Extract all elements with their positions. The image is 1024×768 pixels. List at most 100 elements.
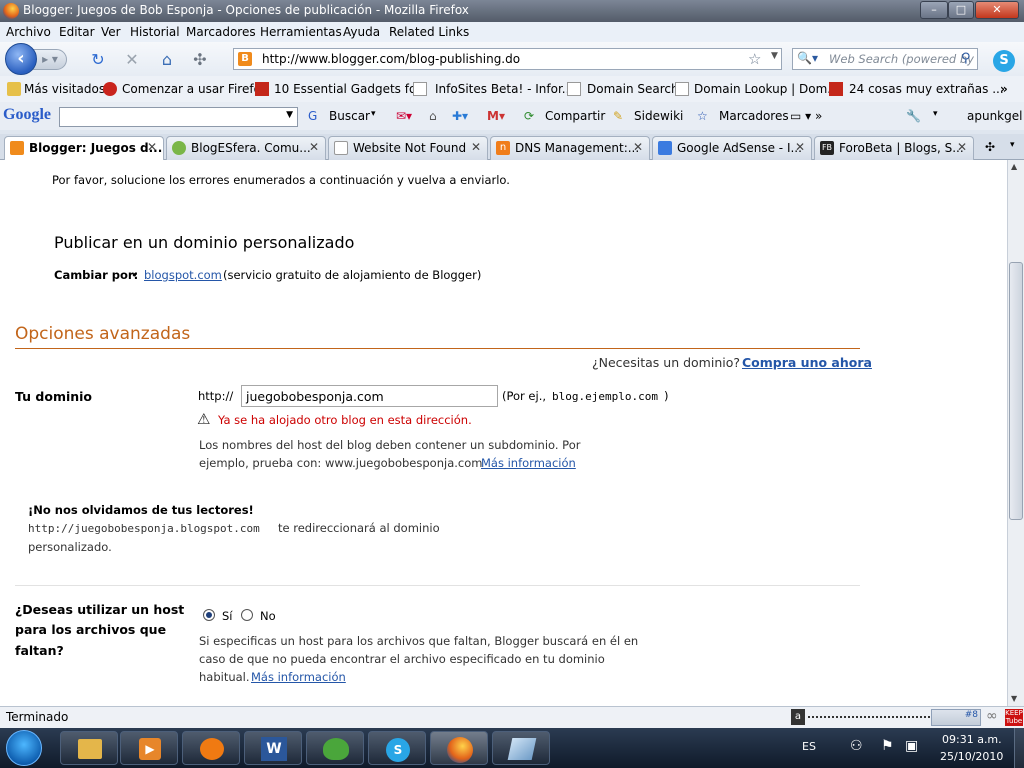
- search-go-icon[interactable]: ⚲: [961, 51, 971, 66]
- keep-tube-icon[interactable]: KEEP Tube: [1005, 709, 1023, 726]
- more-info-link[interactable]: Más información: [481, 456, 576, 470]
- bookmark-infosites[interactable]: InfoSites Beta! - Infor...: [435, 82, 573, 96]
- close-tab-icon[interactable]: ✕: [471, 140, 481, 154]
- flag-tray-icon[interactable]: ⚑: [881, 738, 894, 754]
- skype-icon[interactable]: S: [993, 50, 1015, 72]
- chevron-down-icon[interactable]: ▾: [933, 109, 938, 119]
- more-toolbar-icon[interactable]: ▭ ▾ »: [790, 109, 822, 123]
- vertical-scrollbar[interactable]: ▲ ▼: [1007, 160, 1024, 706]
- star-icon[interactable]: ☆: [697, 109, 708, 123]
- infinity-icon[interactable]: ∞: [986, 708, 998, 724]
- close-tab-icon[interactable]: ✕: [795, 140, 805, 154]
- domain-input-value[interactable]: juegobobesponja.com: [246, 389, 384, 404]
- clock-time[interactable]: 09:31 a.m.: [942, 733, 1002, 746]
- forward-button[interactable]: ▸ ▾: [33, 49, 67, 70]
- bookmark-mas-visitados[interactable]: Más visitados: [24, 82, 105, 96]
- taskbar-avast[interactable]: [182, 731, 240, 765]
- domain-input[interactable]: juegobobesponja.com: [241, 385, 498, 407]
- stop-icon[interactable]: ✕: [123, 51, 141, 69]
- chevron-down-icon[interactable]: ▾: [1010, 140, 1015, 150]
- tab-blogger[interactable]: Blogger: Juegos d... ✕: [4, 136, 164, 160]
- menu-herramientas[interactable]: Herramientas: [260, 25, 342, 39]
- gmail-icon[interactable]: M▾: [487, 109, 505, 123]
- tab-dns-management[interactable]: n DNS Management:... ✕: [490, 136, 650, 160]
- menu-editar[interactable]: Editar: [59, 25, 95, 39]
- taskbar-word[interactable]: W: [244, 731, 302, 765]
- wrench-icon[interactable]: 🔧: [906, 109, 921, 123]
- chevron-down-icon[interactable]: ▼: [286, 110, 293, 120]
- marcadores-button[interactable]: Marcadores: [719, 109, 789, 123]
- close-tab-icon[interactable]: ✕: [147, 140, 157, 154]
- tab-google-adsense[interactable]: Google AdSense - I... ✕: [652, 136, 812, 160]
- start-button[interactable]: [6, 730, 42, 766]
- radio-no[interactable]: [241, 609, 253, 621]
- menu-related-links[interactable]: Related Links: [389, 25, 469, 39]
- taskbar-firefox[interactable]: [430, 731, 488, 765]
- addon-icon[interactable]: ✣: [191, 51, 209, 69]
- network-tray-icon[interactable]: ⚇: [850, 738, 863, 754]
- close-button[interactable]: ✕: [975, 1, 1019, 19]
- clock-date[interactable]: 25/10/2010: [940, 750, 1003, 763]
- scroll-thumb[interactable]: [1009, 262, 1023, 520]
- google-buscar-button[interactable]: Buscar: [329, 109, 370, 123]
- bookmark-star-icon[interactable]: ☆: [748, 50, 761, 68]
- reload-icon[interactable]: ↻: [89, 51, 107, 69]
- bookmark-comenzar-firefox[interactable]: Comenzar a usar Firefox: [122, 82, 268, 96]
- chevron-down-icon[interactable]: ▾: [371, 109, 376, 119]
- taskbar-explorer[interactable]: [60, 731, 118, 765]
- taskbar-skype[interactable]: S: [368, 731, 426, 765]
- tab-list-icon[interactable]: ✣: [985, 140, 995, 154]
- scroll-up-icon[interactable]: ▲: [1011, 162, 1017, 171]
- radio-yes[interactable]: [203, 609, 215, 621]
- more-info-link-2[interactable]: Más información: [251, 670, 346, 684]
- google-search-input[interactable]: ▼: [59, 107, 298, 127]
- tab-website-not-found[interactable]: Website Not Found ✕: [328, 136, 488, 160]
- plus-icon[interactable]: ✚▾: [452, 109, 468, 123]
- bookmark-domain-search[interactable]: Domain Search: [587, 82, 679, 96]
- search-box[interactable]: 🔍▾ Web Search (powered by ⚲: [792, 48, 978, 70]
- bookmark-24-cosas[interactable]: 24 cosas muy extrañas ...: [849, 82, 1004, 96]
- bookmark-essential-gadgets[interactable]: 10 Essential Gadgets fo...: [274, 82, 428, 96]
- taskbar-messenger[interactable]: [306, 731, 364, 765]
- more-bookmarks-icon[interactable]: »: [1000, 82, 1008, 96]
- url-text[interactable]: http://www.blogger.com/blog-publishing.d…: [262, 52, 520, 66]
- tab-forobeta[interactable]: FB ForoBeta | Blogs, S... ✕: [814, 136, 974, 160]
- addon-a-icon[interactable]: a: [791, 709, 805, 725]
- pagerank-icon[interactable]: ✉▾: [396, 109, 412, 123]
- menu-historial[interactable]: Historial: [130, 25, 180, 39]
- maximize-button[interactable]: □: [948, 1, 974, 19]
- sidewiki-button[interactable]: Sidewiki: [634, 109, 683, 123]
- close-tab-icon[interactable]: ✕: [633, 140, 643, 154]
- menu-ver[interactable]: Ver: [101, 25, 121, 39]
- menu-marcadores[interactable]: Marcadores: [186, 25, 256, 39]
- navigation-bar: ▸ ▾ ‹ ↻ ✕ ⌂ ✣ B http://www.blogger.com/b…: [0, 42, 1024, 76]
- radio-no-label[interactable]: No: [260, 609, 276, 623]
- menu-archivo[interactable]: Archivo: [6, 25, 51, 39]
- compartir-button[interactable]: Compartir: [545, 109, 605, 123]
- language-indicator[interactable]: ES: [802, 740, 816, 753]
- close-tab-icon[interactable]: ✕: [957, 140, 967, 154]
- radio-yes-label[interactable]: Sí: [222, 609, 233, 623]
- user-name[interactable]: apunkgel: [967, 109, 1022, 123]
- home-icon[interactable]: ⌂: [158, 51, 176, 69]
- menu-ayuda[interactable]: Ayuda: [343, 25, 380, 39]
- close-tab-icon[interactable]: ✕: [309, 140, 319, 154]
- minimize-button[interactable]: –: [920, 1, 948, 19]
- bank-icon[interactable]: ⌂: [429, 109, 437, 123]
- sidewiki-icon[interactable]: ✎: [613, 109, 623, 123]
- bookmark-domain-lookup[interactable]: Domain Lookup | Dom...: [694, 82, 839, 96]
- taskbar-media-player[interactable]: ▶: [120, 731, 178, 765]
- blogspot-link[interactable]: blogspot.com: [144, 268, 222, 282]
- search-engine-icon[interactable]: 🔍▾: [797, 51, 818, 65]
- show-desktop-button[interactable]: [1014, 728, 1024, 768]
- buy-domain-link[interactable]: Compra uno ahora: [742, 355, 872, 370]
- url-bar[interactable]: B http://www.blogger.com/blog-publishing…: [233, 48, 782, 70]
- tab-blogesfera[interactable]: BlogESfera. Comu... ✕: [166, 136, 326, 160]
- taskbar-notes[interactable]: [492, 731, 550, 765]
- share-icon[interactable]: ⟳: [524, 109, 534, 123]
- scroll-down-icon[interactable]: ▼: [1011, 694, 1017, 703]
- display-tray-icon[interactable]: ▣: [905, 738, 918, 754]
- url-dropdown-icon[interactable]: ▼: [771, 51, 778, 61]
- counter-widget[interactable]: #8: [931, 709, 981, 726]
- back-button[interactable]: ‹: [5, 43, 37, 75]
